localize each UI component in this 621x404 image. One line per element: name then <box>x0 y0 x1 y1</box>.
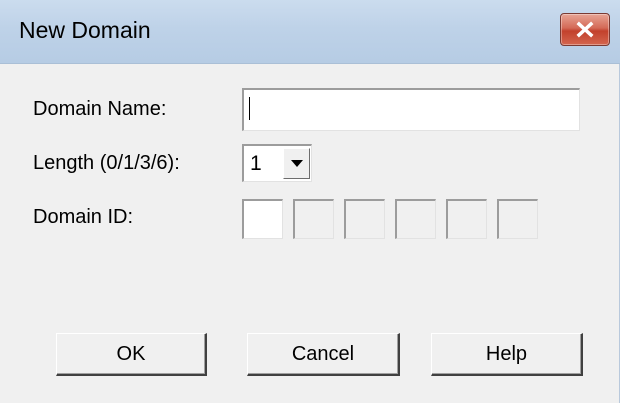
close-button[interactable] <box>560 13 610 46</box>
length-dropdown-button[interactable] <box>283 148 310 179</box>
help-button[interactable]: Help <box>431 333 583 376</box>
chevron-down-icon <box>291 160 303 167</box>
domain-name-label: Domain Name: <box>33 98 167 120</box>
domain-id-field-2 <box>293 199 334 239</box>
domain-id-field-5 <box>446 199 487 239</box>
length-select[interactable]: 1 <box>242 144 312 182</box>
domain-id-field-1[interactable] <box>242 199 283 239</box>
ok-button[interactable]: OK <box>56 333 207 376</box>
domain-name-input[interactable] <box>242 88 580 131</box>
length-selected-value: 1 <box>250 152 262 175</box>
domain-id-field-4 <box>395 199 436 239</box>
domain-id-label: Domain ID: <box>33 206 134 228</box>
length-label: Length (0/1/3/6): <box>33 152 180 174</box>
title-bar[interactable]: New Domain <box>0 0 620 64</box>
domain-id-field-6 <box>497 199 538 239</box>
dialog-title: New Domain <box>19 17 151 43</box>
close-icon <box>576 21 594 38</box>
domain-id-field-3 <box>344 199 385 239</box>
text-caret <box>249 97 250 120</box>
new-domain-dialog: New Domain Domain Name: Length (0/1/3/6)… <box>0 0 620 403</box>
cancel-button[interactable]: Cancel <box>247 333 400 376</box>
